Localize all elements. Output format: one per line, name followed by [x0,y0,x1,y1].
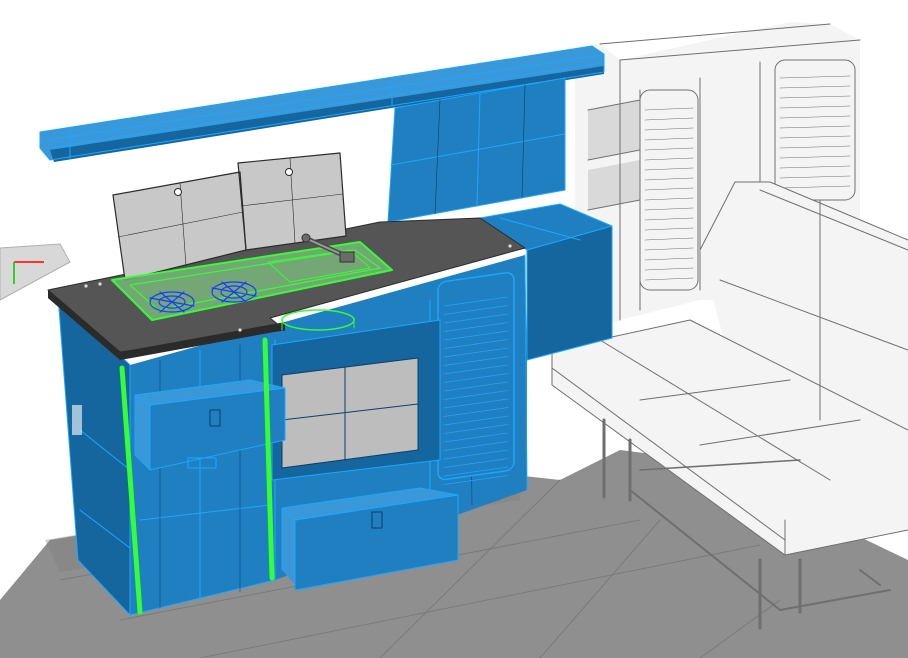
vent-grille[interactable] [437,272,515,485]
scene-canvas[interactable] [0,0,908,658]
oven-glass-door[interactable] [271,319,441,481]
3d-viewport[interactable] [0,0,908,658]
